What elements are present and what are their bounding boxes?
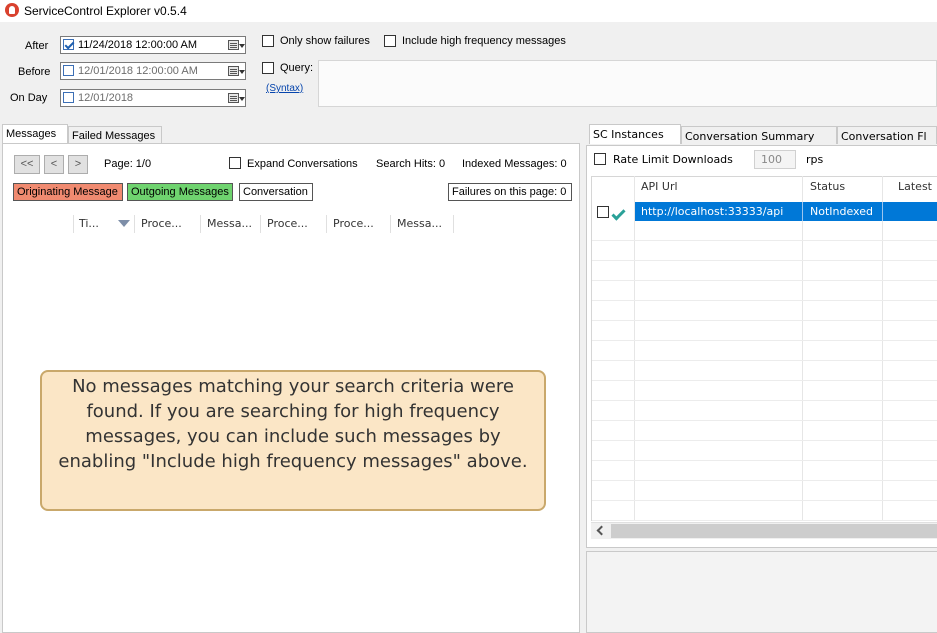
header-status[interactable]: Status — [810, 180, 845, 193]
expand-conversations-label: Expand Conversations — [247, 158, 358, 170]
failures-on-page: Failures on this page: 0 — [448, 183, 572, 201]
calendar-icon — [228, 40, 239, 50]
tab-sc-instances[interactable]: SC Instances — [589, 124, 681, 144]
column-time[interactable]: Ti... — [73, 215, 135, 233]
after-date-picker[interactable]: 11/24/2018 12:00:00 AM — [60, 36, 246, 54]
onday-date-picker[interactable]: 12/01/2018 — [60, 89, 246, 107]
instance-row-checkbox[interactable] — [597, 206, 609, 218]
grid-row — [592, 281, 937, 301]
legend-originating: Originating Message — [13, 183, 123, 201]
header-api-url[interactable]: API Url — [641, 180, 678, 193]
instance-status: NotIndexed — [810, 205, 873, 218]
grid-row — [592, 221, 937, 241]
rate-limit-checkbox[interactable] — [594, 153, 606, 165]
before-date-value: 12/01/2018 12:00:00 AM — [78, 65, 198, 77]
before-label: Before — [18, 66, 51, 78]
grid-row — [592, 301, 937, 321]
header-latest[interactable]: Latest — [898, 180, 932, 193]
dropdown-arrow-icon — [239, 70, 245, 74]
query-input[interactable] — [318, 60, 937, 107]
rate-limit-label: Rate Limit Downloads — [613, 153, 733, 166]
column-message[interactable]: Messa... — [201, 215, 261, 233]
tab-messages[interactable]: Messages — [2, 124, 68, 144]
app-icon — [5, 3, 19, 17]
syntax-link[interactable]: (Syntax) — [266, 83, 303, 94]
after-enabled-checkbox[interactable] — [63, 39, 74, 50]
column-process-2[interactable]: Proce... — [261, 215, 327, 233]
after-date-value: 11/24/2018 12:00:00 AM — [78, 39, 198, 51]
legend-conversation: Conversation — [239, 183, 313, 201]
column-process[interactable]: Proce... — [135, 215, 201, 233]
column-process-3[interactable]: Proce... — [327, 215, 391, 233]
query-label: Query: — [280, 62, 314, 74]
grid-row — [592, 261, 937, 281]
grid-row — [592, 481, 937, 501]
query-checkbox[interactable] — [262, 62, 274, 74]
tab-conversation-summary[interactable]: Conversation Summary — [681, 126, 837, 144]
cell-divider — [802, 202, 803, 221]
indexed-messages: Indexed Messages: 0 — [462, 158, 567, 170]
scrollbar-thumb[interactable] — [611, 524, 937, 538]
before-enabled-checkbox[interactable] — [63, 65, 74, 76]
grid-row — [592, 341, 937, 361]
dropdown-arrow-icon — [239, 44, 245, 48]
window-title: ServiceControl Explorer v0.5.4 — [24, 4, 187, 18]
legend-outgoing: Outgoing Messages — [127, 183, 233, 201]
high-frequency-label: Include high frequency messages — [402, 35, 566, 47]
only-failures-label: Only show failures — [280, 35, 370, 47]
grid-row — [592, 401, 937, 421]
rate-limit-input[interactable]: 100 — [754, 150, 796, 169]
column-message-2[interactable]: Messa... — [391, 215, 454, 233]
onday-label: On Day — [10, 92, 48, 104]
prev-page-button[interactable]: < — [44, 155, 64, 174]
tab-conversation-flow[interactable]: Conversation Fl — [837, 126, 937, 144]
no-results-message: No messages matching your search criteri… — [40, 370, 546, 511]
next-page-button[interactable]: > — [68, 155, 88, 174]
dropdown-arrow-icon — [239, 97, 245, 101]
after-label: After — [25, 40, 49, 52]
high-frequency-checkbox[interactable] — [384, 35, 396, 47]
details-panel — [586, 551, 937, 633]
grid-row — [592, 381, 937, 401]
grid-row — [592, 501, 937, 521]
grid-row — [592, 421, 937, 441]
sort-descending-icon — [118, 220, 130, 227]
grid-row — [592, 361, 937, 381]
grid-row — [592, 321, 937, 341]
cell-divider — [882, 202, 883, 221]
expand-conversations-checkbox[interactable] — [229, 157, 241, 169]
only-failures-checkbox[interactable] — [262, 35, 274, 47]
tab-failed-messages[interactable]: Failed Messages — [68, 126, 162, 144]
grid-row — [592, 241, 937, 261]
grid-row — [592, 441, 937, 461]
row-header-column — [13, 215, 74, 233]
first-page-button[interactable]: << — [14, 155, 40, 174]
instance-api-url: http://localhost:33333/api — [641, 205, 784, 218]
rate-limit-unit: rps — [806, 153, 824, 166]
grid-row — [592, 461, 937, 481]
onday-enabled-checkbox[interactable] — [63, 92, 74, 103]
column-time-label: Ti... — [79, 217, 99, 230]
page-indicator: Page: 1/0 — [104, 158, 152, 170]
before-date-picker[interactable]: 12/01/2018 12:00:00 AM — [60, 62, 246, 80]
search-hits: Search Hits: 0 — [376, 158, 446, 170]
calendar-icon — [228, 93, 239, 103]
calendar-icon — [228, 66, 239, 76]
onday-date-value: 12/01/2018 — [78, 92, 134, 104]
